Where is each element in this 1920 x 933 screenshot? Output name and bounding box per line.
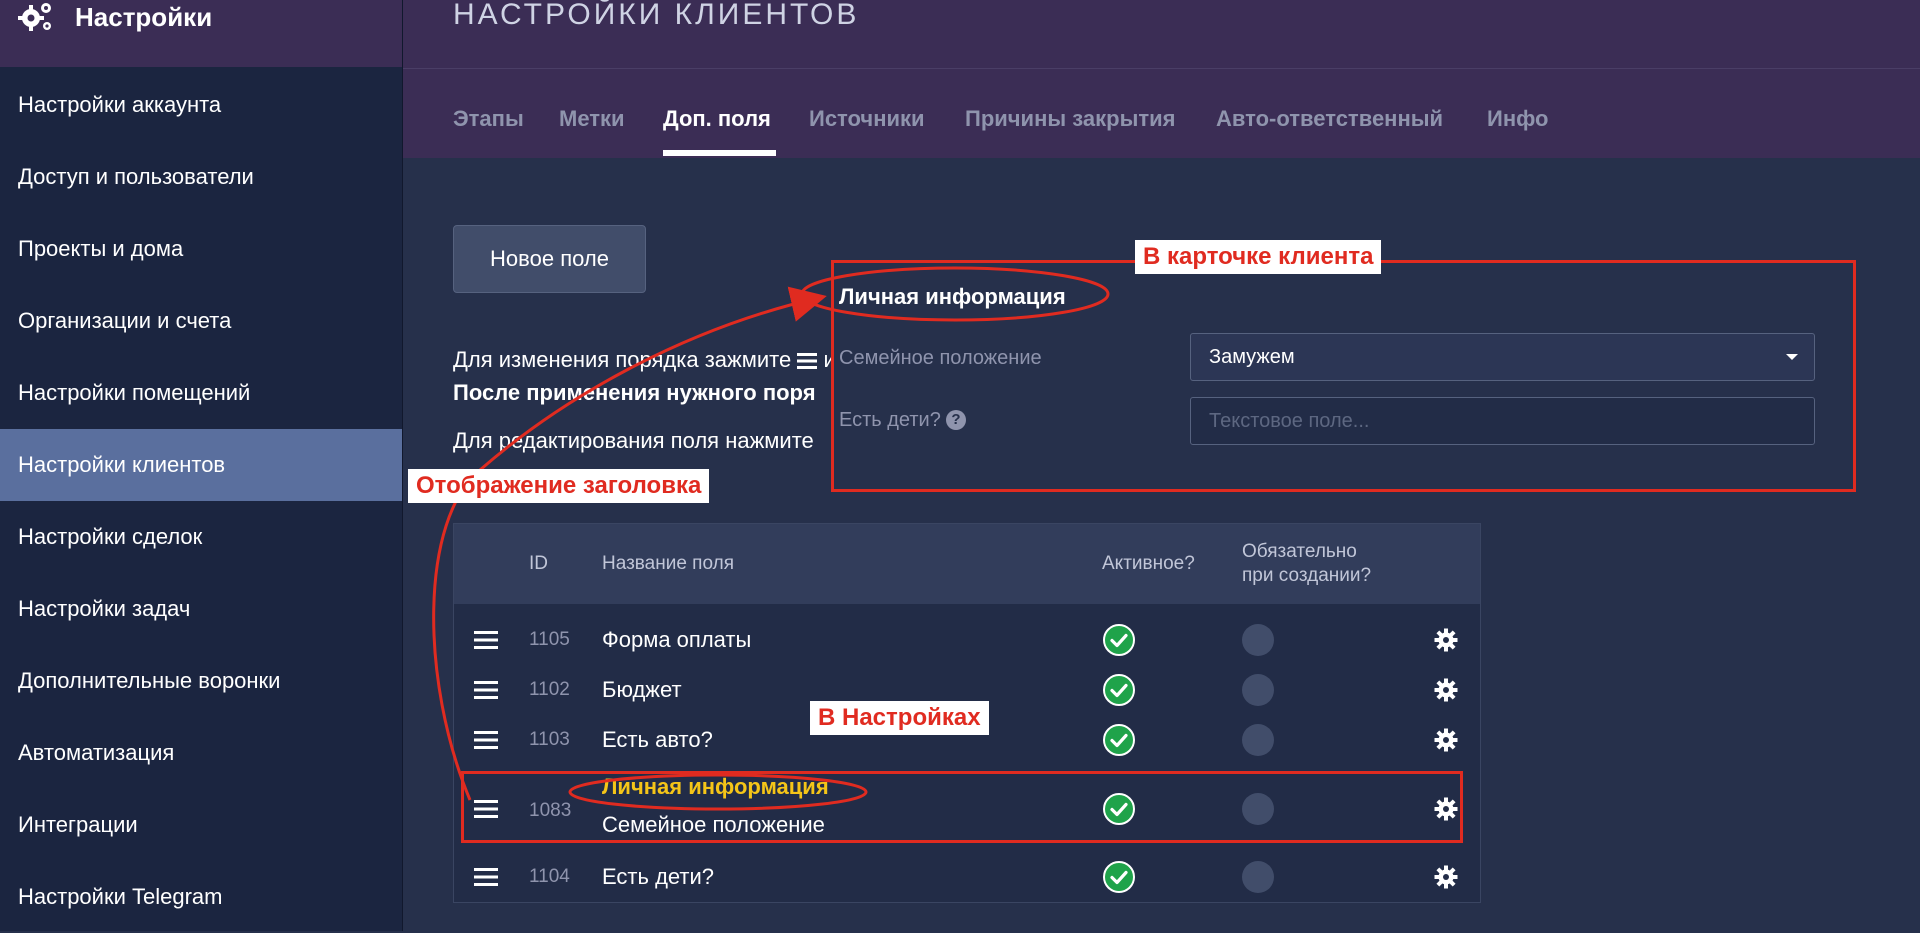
card-preview-title: Личная информация — [839, 284, 1066, 309]
new-field-button[interactable]: Новое поле — [453, 225, 646, 293]
marital-status-select[interactable]: Замужем — [1190, 333, 1815, 381]
column-header-id: ID — [529, 553, 548, 574]
sidebar-item-tasks[interactable]: Настройки задач — [0, 573, 402, 645]
tab-extra-fields[interactable]: Доп. поля — [663, 106, 771, 132]
question-icon[interactable]: ? — [946, 410, 966, 430]
tab-info[interactable]: Инфо — [1487, 106, 1549, 132]
sidebar-item-account[interactable]: Настройки аккаунта — [0, 69, 402, 141]
table-row: 1105 Форма оплаты — [454, 615, 1480, 665]
hint-reorder: Для изменения порядка зажмите и — [453, 347, 836, 373]
drag-handle-icon[interactable] — [474, 730, 498, 750]
sidebar-title: Настройки — [75, 2, 213, 32]
tab-stages[interactable]: Этапы — [453, 106, 524, 132]
required-toggle[interactable] — [1242, 674, 1274, 706]
sidebar-item-projects[interactable]: Проекты и дома — [0, 213, 402, 285]
column-header-required: Обязательно при создании? — [1242, 540, 1371, 588]
page-title: НАСТРОЙКИ КЛИЕНТОВ — [453, 0, 860, 31]
sidebar-item-funnels[interactable]: Дополнительные воронки — [0, 645, 402, 717]
sidebar-item-access-users[interactable]: Доступ и пользователи — [0, 141, 402, 213]
card-field-label-children: Есть дети? — [839, 409, 941, 431]
marital-status-value: Замужем — [1209, 346, 1295, 368]
cell-id: 1104 — [529, 866, 570, 887]
tab-sources[interactable]: Источники — [809, 106, 925, 132]
sidebar-item-telegram[interactable]: Настройки Telegram — [0, 861, 402, 933]
active-tab-indicator — [663, 150, 776, 156]
sidebar-item-clients[interactable]: Настройки клиентов — [0, 429, 402, 501]
header: НАСТРОЙКИ КЛИЕНТОВ — [403, 0, 1920, 158]
check-circle-icon[interactable] — [1103, 674, 1135, 706]
column-header-required-line1: Обязательно — [1242, 541, 1357, 562]
header-divider — [403, 68, 1920, 69]
required-toggle[interactable] — [1242, 861, 1274, 893]
required-toggle[interactable] — [1242, 624, 1274, 656]
cell-name[interactable]: Бюджет — [602, 677, 682, 703]
tab-auto-responsible[interactable]: Авто-ответственный — [1216, 106, 1443, 132]
check-circle-icon[interactable] — [1103, 861, 1135, 893]
drag-handle-icon[interactable] — [474, 680, 498, 700]
column-header-active: Активное? — [1102, 553, 1195, 574]
cell-id: 1105 — [529, 629, 570, 650]
drag-handle-icon — [797, 353, 818, 370]
sidebar-item-premises[interactable]: Настройки помещений — [0, 357, 402, 429]
cell-id: 1103 — [529, 729, 570, 750]
check-circle-icon[interactable] — [1103, 624, 1135, 656]
table-row: 1104 Есть дети? — [454, 852, 1480, 902]
cell-name[interactable]: Форма оплаты — [602, 627, 751, 653]
sidebar-header: Настройки — [0, 0, 402, 67]
gears-icon — [18, 3, 51, 31]
sidebar-item-automation[interactable]: Автоматизация — [0, 717, 402, 789]
gear-icon[interactable] — [1434, 865, 1458, 889]
column-header-name: Название поля — [602, 553, 734, 574]
hint-edit: Для редактирования поля нажмите — [453, 428, 814, 453]
tab-close-reasons[interactable]: Причины закрытия — [965, 106, 1176, 132]
sidebar: Настройки Настройки аккаунта Доступ и по… — [0, 0, 403, 931]
sidebar-item-organizations[interactable]: Организации и счета — [0, 285, 402, 357]
required-toggle[interactable] — [1242, 724, 1274, 756]
cell-name[interactable]: Есть дети? — [602, 864, 714, 890]
gear-icon[interactable] — [1434, 728, 1458, 752]
table-header: ID Название поля Активное? Обязательно п… — [454, 524, 1480, 604]
check-circle-icon[interactable] — [1103, 724, 1135, 756]
drag-handle-icon[interactable] — [474, 630, 498, 650]
chevron-down-icon — [1786, 354, 1798, 360]
callout-card: В карточке клиента — [1135, 240, 1382, 274]
tab-tags[interactable]: Метки — [559, 106, 625, 132]
drag-handle-icon[interactable] — [474, 867, 498, 887]
settings-row-highlight-box — [461, 771, 1463, 843]
callout-header-display: Отображение заголовка — [408, 469, 710, 503]
column-header-required-line2: при создании? — [1242, 565, 1372, 586]
gear-icon[interactable] — [1434, 678, 1458, 702]
sidebar-item-deals[interactable]: Настройки сделок — [0, 501, 402, 573]
hint-reorder-text: Для изменения порядка зажмите — [453, 347, 792, 372]
cell-name[interactable]: Есть авто? — [602, 727, 713, 753]
callout-settings: В Настройках — [810, 701, 989, 735]
gear-icon[interactable] — [1434, 628, 1458, 652]
sidebar-item-integrations[interactable]: Интеграции — [0, 789, 402, 861]
cell-id: 1102 — [529, 679, 570, 700]
card-field-label-marital: Семейное положение — [839, 347, 1042, 369]
hint-apply: После применения нужного поря — [453, 380, 816, 405]
children-text-input[interactable] — [1190, 397, 1815, 445]
